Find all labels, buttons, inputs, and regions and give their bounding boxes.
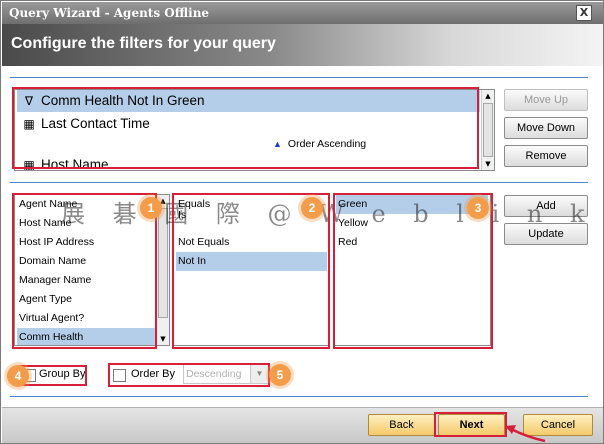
next-button[interactable]: Next (438, 414, 505, 436)
order-by-label: Order By (131, 368, 176, 380)
order-direction-select[interactable]: Descending ▼ (183, 364, 269, 384)
list-item[interactable]: Virtual Agent? (17, 309, 157, 328)
move-up-button[interactable]: Move Up (504, 89, 588, 111)
divider-middle (10, 182, 588, 183)
filter-row-label: Last Contact Time (41, 116, 150, 131)
list-item[interactable]: Comm Health (17, 328, 157, 345)
funnel-icon: ∇ (24, 94, 34, 108)
close-button[interactable]: X (576, 5, 592, 21)
annotation-arrow (505, 425, 546, 443)
annotation-badge: 4 (7, 365, 29, 387)
move-down-button[interactable]: Move Down (504, 117, 588, 139)
list-item[interactable]: Manager Name (17, 271, 157, 290)
scroll-down-icon[interactable]: ▼ (157, 333, 169, 345)
list-item[interactable]: Agent Type (17, 290, 157, 309)
remove-button[interactable]: Remove (504, 145, 588, 167)
calendar-icon: ▦ (23, 158, 35, 171)
filter-list[interactable]: ∇ Comm Health Not In Green ▦ Last Contact … (14, 89, 495, 171)
divider-top (10, 77, 588, 78)
back-button[interactable]: Back (368, 414, 435, 436)
order-by-checkbox[interactable] (113, 369, 126, 382)
scroll-thumb[interactable] (483, 103, 493, 157)
annotation-badge: 1 (140, 197, 162, 219)
banner: Configure the filters for your query (2, 24, 603, 66)
order-indicator: ▲ Order Ascending (273, 138, 366, 150)
annotation-badge: 5 (269, 364, 291, 386)
scroll-up-icon[interactable]: ▲ (482, 90, 494, 102)
list-item[interactable]: Not Equals (176, 233, 327, 252)
chevron-down-icon[interactable]: ▼ (250, 365, 268, 383)
filter-row-label: Host Name (41, 157, 109, 171)
order-label: Order Ascending (287, 138, 367, 150)
list-item[interactable]: Not In (176, 252, 327, 271)
query-wizard-window: Query Wizard - Agents Offline X Configur… (0, 0, 604, 444)
annotation-badge: 3 (467, 197, 489, 219)
group-by-label: Group By (39, 368, 86, 380)
scroll-down-icon[interactable]: ▼ (482, 158, 494, 170)
page-heading: Configure the filters for your query (11, 35, 276, 52)
filter-row[interactable]: ▦ Host Name (17, 154, 480, 171)
filter-row[interactable]: ▦ Last Contact Time (17, 113, 480, 135)
filter-row[interactable]: ∇ Comm Health Not In Green (17, 90, 480, 112)
ascending-arrow-icon: ▲ (273, 139, 282, 149)
calendar-icon: ▦ (23, 117, 35, 131)
title-bar: Query Wizard - Agents Offline X (2, 2, 603, 24)
list-item[interactable]: Host IP Address (17, 233, 157, 252)
window-title: Query Wizard - Agents Offline (9, 6, 210, 20)
list-item[interactable]: Domain Name (17, 252, 157, 271)
annotation-badge: 2 (301, 197, 323, 219)
list-item[interactable]: Red (336, 233, 488, 252)
order-direction-value: Descending (186, 368, 242, 380)
divider-bottom (10, 396, 588, 397)
filter-row-label: Comm Health Not In Green (41, 93, 205, 108)
filter-list-scrollbar[interactable]: ▲ ▼ (481, 90, 494, 170)
